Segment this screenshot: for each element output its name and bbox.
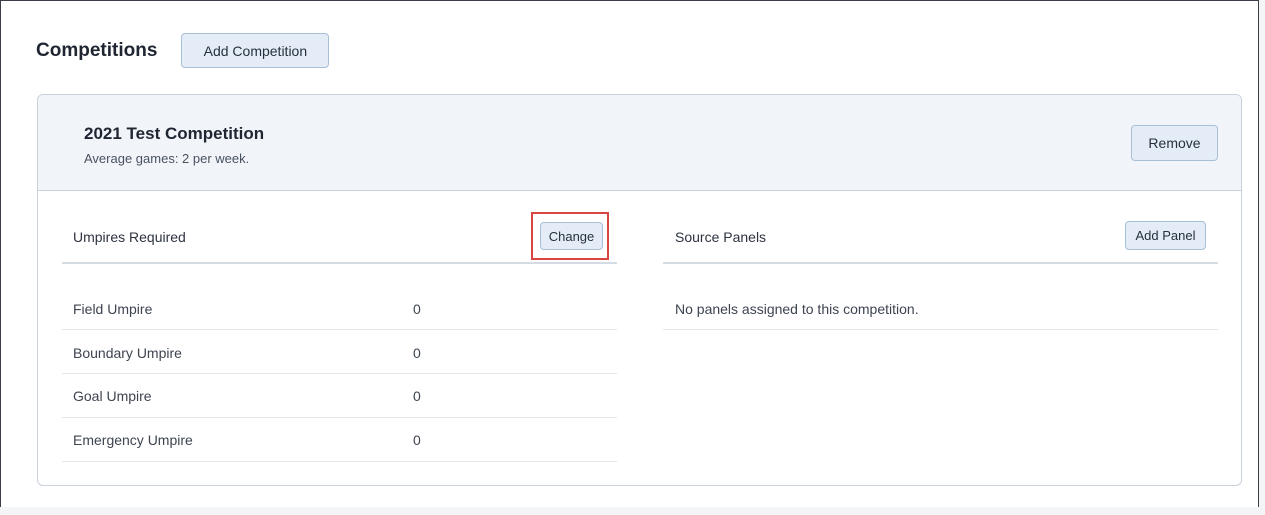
page-title: Competitions (36, 39, 158, 61)
umpire-count: 0 (413, 432, 421, 448)
umpire-role: Goal Umpire (73, 388, 152, 404)
page-frame: Competitions Add Competition 2021 Test C… (0, 0, 1259, 507)
competition-card-header: 2021 Test Competition Average games: 2 p… (38, 95, 1241, 191)
competition-card: 2021 Test Competition Average games: 2 p… (37, 94, 1242, 486)
page-header: Competitions Add Competition (36, 33, 330, 68)
competition-name: 2021 Test Competition (84, 124, 265, 143)
add-panel-button[interactable]: Add Panel (1125, 221, 1206, 250)
remove-competition-button[interactable]: Remove (1131, 125, 1218, 161)
umpire-role: Emergency Umpire (73, 432, 193, 448)
umpires-required-title: Umpires Required (73, 229, 186, 245)
row-divider (62, 417, 617, 418)
umpire-role: Field Umpire (73, 301, 153, 317)
row-divider (62, 373, 617, 374)
umpire-count: 0 (413, 345, 421, 361)
no-panels-message: No panels assigned to this competition. (675, 301, 919, 317)
source-panels-title: Source Panels (675, 229, 767, 245)
row-divider (663, 329, 1218, 330)
umpire-count: 0 (413, 301, 421, 317)
umpire-count: 0 (413, 388, 421, 404)
competition-average-games: Average games: 2 per week. (84, 151, 250, 166)
panels-divider (663, 262, 1218, 264)
row-divider (62, 329, 617, 330)
umpire-role: Boundary Umpire (73, 345, 182, 361)
umpires-divider (62, 262, 617, 264)
row-divider (62, 461, 617, 462)
change-umpires-button[interactable]: Change (540, 222, 603, 250)
add-competition-button[interactable]: Add Competition (181, 33, 330, 68)
